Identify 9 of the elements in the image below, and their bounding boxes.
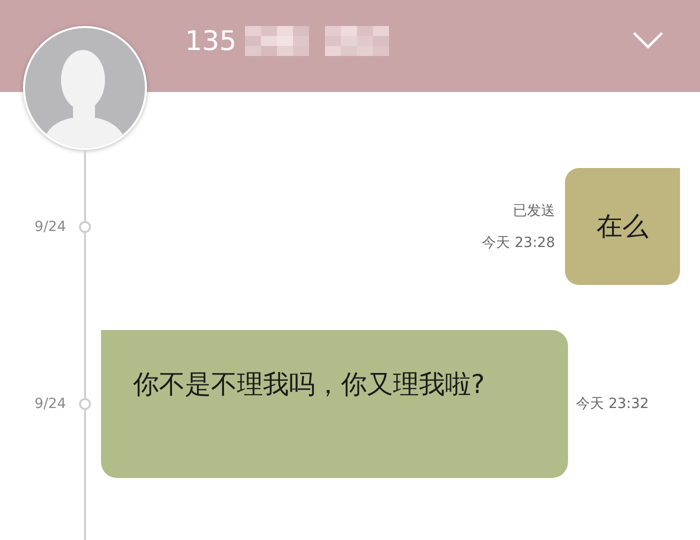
date-label: 9/24 [34,218,66,234]
message-bubble: 在么 [565,168,680,285]
message-time: 今天 23:28 [482,234,555,252]
message-time: 今天 23:32 [576,395,649,413]
chevron-down-icon[interactable] [632,30,664,50]
date-label: 9/24 [34,396,66,412]
message-bubble: 你不是不理我吗，你又理我啦? [101,330,568,478]
contact-number: 135 [185,26,237,56]
delivery-status: 已发送 [513,202,555,220]
